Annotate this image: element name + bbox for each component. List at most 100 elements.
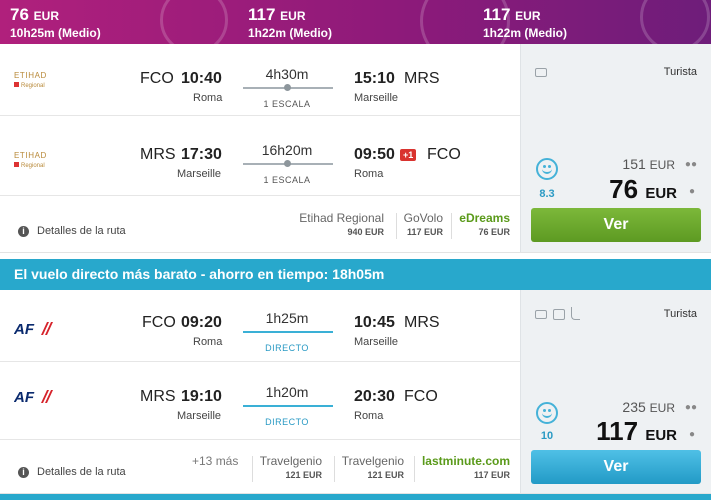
- destination-city: Roma: [354, 168, 384, 180]
- origin-city: Marseille: [177, 410, 222, 422]
- route-line: [243, 405, 333, 407]
- divider: [333, 456, 335, 482]
- etihad-logo-icon: ETIHAD Regional: [14, 71, 46, 89]
- route-details-link[interactable]: i Detalles de la ruta: [18, 466, 126, 478]
- providers-row: i Detalles de la ruta +13 más Travelgeni…: [0, 442, 520, 492]
- arrival-time: 10:45: [354, 314, 395, 331]
- svg-text:Regional: Regional: [21, 163, 45, 169]
- stop-dot: [284, 160, 291, 167]
- departure-time: 17:30: [181, 146, 222, 163]
- flight-leg-outbound[interactable]: ETIHAD Regional FCO 10:40 Roma 4h30m 1 E…: [0, 44, 520, 116]
- provider-option[interactable]: Etihad Regional 940 EUR: [299, 211, 384, 237]
- stops-label: 1 ESCALA: [263, 175, 311, 185]
- departure-time: 09:20: [181, 314, 222, 331]
- legroom-icon: [571, 307, 580, 320]
- ver-button[interactable]: Ver: [531, 450, 701, 484]
- stops-label: DIRECTO: [265, 343, 309, 353]
- provider-option-best[interactable]: eDreams 76 EUR: [451, 211, 510, 239]
- duration: 1h20m: [265, 384, 309, 400]
- arrival-time: 20:30: [354, 388, 395, 405]
- provider-name: lastminute.com: [421, 454, 510, 468]
- stops-label: DIRECTO: [265, 417, 309, 427]
- provider-price: 121 EUR: [285, 470, 322, 480]
- provider-name: eDreams: [459, 211, 510, 225]
- more-providers-link[interactable]: +13 más: [192, 454, 238, 468]
- arrival-time: 15:10: [354, 70, 395, 87]
- banner-fastest[interactable]: 117 EUR 1h22m (Medio): [248, 5, 332, 40]
- next-section-strip: [0, 494, 711, 500]
- provider-option[interactable]: Travelgenio 121 EUR: [333, 454, 404, 482]
- destination-code: MRS: [404, 314, 440, 331]
- rating-score: 8.3: [539, 188, 555, 200]
- origin-code: MRS: [140, 146, 176, 163]
- divider: [413, 456, 415, 482]
- next-day-badge: +1: [400, 149, 417, 161]
- rating-score: 10: [540, 430, 554, 442]
- stops-label: 1 ESCALA: [263, 99, 311, 109]
- provider-option[interactable]: GoVolo 117 EUR: [395, 211, 443, 239]
- destination-city: Roma: [354, 410, 384, 422]
- destination-city: Marseille: [354, 336, 399, 348]
- origin-code: FCO: [140, 70, 174, 87]
- provider-price: 940 EUR: [347, 227, 384, 237]
- provider-name: Travelgenio: [341, 454, 404, 468]
- banner-cheapest[interactable]: 76 EUR 10h25m (Medio): [10, 5, 101, 40]
- duration: 16h20m: [261, 142, 313, 158]
- origin-city: Roma: [193, 92, 223, 104]
- info-icon: i: [18, 466, 29, 478]
- flight-result-2: Turista 10 235 EUR ●● 117 EUR ● Ver AF F…: [0, 290, 711, 494]
- departure-time: 10:40: [181, 70, 222, 87]
- baggage-icon: [553, 309, 565, 320]
- route-line: [243, 331, 333, 333]
- provider-price: 117 EUR: [406, 227, 443, 237]
- flight-leg-return[interactable]: ETIHAD Regional MRS 17:30 Marseille 16h2…: [0, 124, 520, 196]
- seat-icon: [535, 68, 547, 77]
- duration: 4h30m: [265, 66, 309, 82]
- provider-price: 121 EUR: [367, 470, 404, 480]
- flight-result-1: Turista 8.3 151 EUR ●● 76 EUR ● Ver ETIH…: [0, 44, 711, 253]
- departure-time: 19:10: [181, 388, 222, 405]
- provider-price: 76 EUR: [478, 227, 510, 237]
- cabin-class: Turista: [663, 66, 697, 78]
- svg-text:ETIHAD: ETIHAD: [14, 151, 47, 160]
- price-panel: Turista 10 235 EUR ●● 117 EUR ● Ver: [520, 290, 711, 493]
- divider: [395, 213, 397, 239]
- flight-leg-return[interactable]: AF MRS 19:10 Marseille 1h20m DIRECTO 20:…: [0, 368, 520, 440]
- decor-smiley-icon: [640, 0, 710, 44]
- svg-text:AF: AF: [14, 389, 35, 406]
- people-icon: ●●: [684, 159, 697, 170]
- origin-city: Roma: [193, 336, 223, 348]
- flight-leg-outbound[interactable]: AF FCO 09:20 Roma 1h25m DIRECTO 10:45 MR…: [0, 290, 520, 362]
- price-panel: Turista 8.3 151 EUR ●● 76 EUR ● Ver: [520, 44, 711, 252]
- svg-text:Regional: Regional: [21, 83, 45, 89]
- info-icon: i: [18, 225, 29, 237]
- provider-name: Travelgenio: [259, 454, 322, 468]
- origin-city: Marseille: [177, 168, 222, 180]
- cabin-class: Turista: [663, 308, 697, 320]
- ver-button[interactable]: Ver: [531, 208, 701, 242]
- svg-text:AF: AF: [14, 321, 35, 338]
- smiley-icon: [536, 158, 558, 180]
- air-france-logo-icon: AF: [14, 389, 53, 406]
- banner-best[interactable]: 117 EUR 1h22m (Medio): [483, 5, 567, 40]
- provider-price: 117 EUR: [473, 470, 510, 480]
- person-icon: ●: [688, 186, 695, 197]
- destination-code: FCO: [427, 146, 461, 163]
- provider-name: GoVolo: [403, 211, 443, 225]
- direct-flight-header: El vuelo directo más barato - ahorro en …: [0, 259, 711, 290]
- decor-circle-icon: [160, 0, 228, 44]
- seat-icon: [535, 310, 547, 319]
- origin-code: MRS: [140, 388, 176, 405]
- divider: [451, 213, 453, 239]
- etihad-logo-icon: ETIHAD Regional: [14, 151, 47, 169]
- destination-code: FCO: [404, 388, 438, 405]
- arrival-time: 09:50: [354, 146, 395, 163]
- destination-code: MRS: [404, 70, 440, 87]
- route-details-link[interactable]: i Detalles de la ruta: [18, 225, 126, 237]
- destination-city: Marseille: [354, 92, 399, 104]
- provider-option-best[interactable]: lastminute.com 117 EUR: [413, 454, 510, 482]
- people-icon: ●●: [684, 402, 697, 413]
- providers-row: i Detalles de la ruta Etihad Regional 94…: [0, 199, 520, 249]
- provider-option[interactable]: Travelgenio 121 EUR: [251, 454, 322, 482]
- group-price: 235 EUR: [622, 399, 675, 415]
